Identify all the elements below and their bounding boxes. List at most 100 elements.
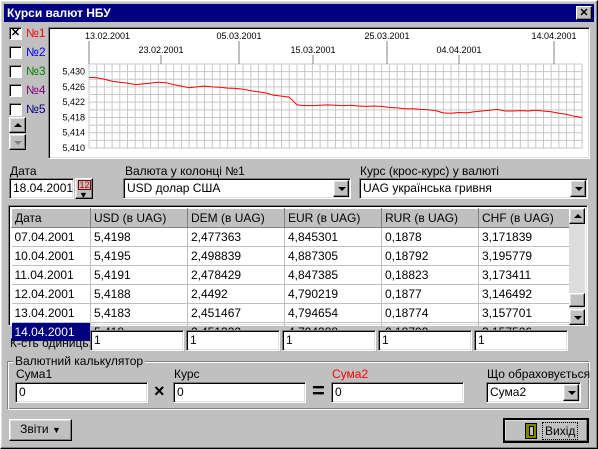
table-cell[interactable]: 13.04.2001 (11, 303, 91, 323)
date-label: Дата (10, 164, 37, 178)
cross-rate-select[interactable]: UAG українська гривня (359, 178, 588, 199)
table-cell[interactable]: 5,4188 (90, 284, 188, 304)
table-row[interactable]: 10.04.2001 5,4195 2,498839 4,887305 0,18792 3… (11, 246, 572, 266)
table-cell[interactable]: 2,478429 (187, 265, 285, 285)
column-header[interactable]: Дата (11, 208, 91, 228)
series-scroll-down-button[interactable] (9, 134, 26, 150)
reports-button-label: Звіти (20, 422, 49, 436)
sum2-input[interactable]: 0 (331, 382, 464, 403)
calculator-title: Валютний калькулятор (13, 354, 146, 368)
currency-column-dropdown-button[interactable] (333, 180, 349, 197)
currency-column-select[interactable]: USD долар США (123, 178, 351, 199)
series-label-1: №1 (26, 26, 46, 40)
table-cell[interactable]: 2,477363 (187, 227, 285, 247)
y-tick-label: 5,430 (62, 67, 85, 77)
table-row[interactable]: 12.04.2001 5,4188 2,4492 4,790219 0,1877 3,14… (11, 284, 572, 304)
x-tick-label-top: 14.04.2001 (531, 31, 576, 41)
table-cell[interactable]: 3,171839 (478, 227, 572, 247)
table-cell[interactable]: 2,498839 (187, 246, 285, 266)
series-checkbox-3[interactable] (9, 65, 22, 78)
rates-grid[interactable]: Дата USD (в UAG) DEM (в UAG) EUR (в UAG) RUR… (8, 205, 588, 342)
table-cell[interactable]: 3,195779 (478, 246, 572, 266)
column-header[interactable]: RUR (в UAG) (381, 208, 479, 228)
equals-sign: = (312, 378, 325, 403)
result-value: Сума2 (490, 385, 527, 399)
cross-rate-value: UAG українська гривня (363, 181, 492, 195)
series-label-2: №2 (26, 45, 46, 59)
table-cell[interactable]: 3,146492 (478, 284, 572, 304)
column-header[interactable]: DEM (в UAG) (187, 208, 285, 228)
units-input-2[interactable]: 1 (186, 330, 280, 351)
table-row[interactable]: 13.04.2001 5,4183 2,451467 4,794654 0,18774 3… (11, 303, 572, 323)
table-cell[interactable]: 07.04.2001 (11, 227, 91, 247)
multiply-sign: × (154, 381, 165, 401)
table-cell[interactable]: 12.04.2001 (11, 284, 91, 304)
rates-table: Дата USD (в UAG) DEM (в UAG) EUR (в UAG) RUR… (11, 208, 572, 342)
exit-button[interactable]: Вихід (503, 418, 589, 443)
y-tick-label: 5,422 (62, 97, 85, 107)
table-cell[interactable]: 2,451467 (187, 303, 285, 323)
x-tick-label-top: 25.03.2001 (364, 31, 409, 41)
cross-rate-label: Курс (крос-курс) у валюті (360, 164, 499, 178)
units-input-4[interactable]: 1 (378, 330, 472, 351)
grid-vertical-scrollbar[interactable] (569, 208, 585, 325)
close-button[interactable]: ✕ (576, 6, 592, 20)
table-cell[interactable]: 0,1878 (381, 227, 479, 247)
table-cell[interactable]: 0,18774 (381, 303, 479, 323)
table-cell[interactable]: 0,1877 (381, 284, 479, 304)
table-cell[interactable]: 4,790219 (284, 284, 382, 304)
table-cell[interactable]: 3,173411 (478, 265, 572, 285)
currency-column-value: USD долар США (127, 181, 221, 195)
column-header[interactable]: USD (в UAG) (90, 208, 188, 228)
window-title: Курси валют НБУ (7, 6, 111, 20)
rate-chart-svg: 5,430 5,426 5,422 5,418 5,414 5,410 13.02.2001… (62, 31, 583, 153)
table-cell[interactable]: 11.04.2001 (11, 265, 91, 285)
series-checkbox-4[interactable] (9, 84, 22, 97)
y-tick-label: 5,426 (62, 82, 85, 92)
table-cell[interactable]: 5,4183 (90, 303, 188, 323)
rate-input[interactable]: 0 (173, 382, 306, 403)
series-checkbox-2[interactable] (9, 46, 22, 59)
table-cell[interactable]: 4,847385 (284, 265, 382, 285)
column-header[interactable]: EUR (в UAG) (284, 208, 382, 228)
exit-button-label: Вихід (542, 422, 579, 440)
y-tick-label: 5,410 (62, 143, 85, 153)
series-label-3: №3 (26, 64, 46, 78)
table-row[interactable]: 11.04.2001 5,4191 2,478429 4,847385 0,18823 3… (11, 265, 572, 285)
table-cell[interactable]: 4,794654 (284, 303, 382, 323)
table-cell[interactable]: 10.04.2001 (11, 246, 91, 266)
x-tick-label-bottom: 23.02.2001 (138, 45, 183, 55)
title-bar: Курси валют НБУ ✕ (4, 4, 594, 22)
table-cell[interactable]: 5,4198 (90, 227, 188, 247)
reports-button[interactable]: Звіти ▼ (9, 419, 72, 441)
sum2-label: Сума2 (332, 367, 369, 381)
table-cell[interactable]: 5,4195 (90, 246, 188, 266)
result-dropdown-button[interactable] (563, 384, 579, 401)
series-checkbox-5[interactable] (9, 103, 22, 116)
table-cell[interactable]: 3,157701 (478, 303, 572, 323)
column-header[interactable]: CHF (в UAG) (478, 208, 572, 228)
date-input[interactable]: 18.04.2001 (9, 178, 74, 199)
calendar-icon: 12 (78, 180, 91, 190)
table-row[interactable]: 07.04.2001 5,4198 2,477363 4,845301 0,1878 3,… (11, 227, 572, 247)
table-cell[interactable]: 4,887305 (284, 246, 382, 266)
units-input-1[interactable]: 1 (90, 330, 184, 351)
table-cell[interactable]: 5,4191 (90, 265, 188, 285)
result-select[interactable]: Сума2 (486, 382, 581, 403)
series-checkbox-1[interactable]: ✕ (9, 27, 22, 40)
sum1-label: Сума1 (16, 367, 53, 381)
table-cell[interactable]: 2,4492 (187, 284, 285, 304)
cross-rate-dropdown-button[interactable] (570, 180, 586, 197)
units-input-5[interactable]: 1 (474, 330, 568, 351)
grid-scroll-down-button[interactable] (569, 309, 585, 325)
grid-scroll-thumb[interactable] (569, 293, 585, 307)
series-scroll-up-button[interactable] (9, 117, 26, 133)
x-tick-label-top: 13.02.2001 (85, 31, 130, 41)
table-cell[interactable]: 0,18823 (381, 265, 479, 285)
table-cell[interactable]: 0,18792 (381, 246, 479, 266)
units-input-3[interactable]: 1 (282, 330, 376, 351)
grid-scroll-up-button[interactable] (569, 208, 585, 224)
table-cell[interactable]: 4,845301 (284, 227, 382, 247)
calendar-button[interactable]: 12 ▼ (75, 178, 93, 200)
sum1-input[interactable]: 0 (15, 382, 148, 403)
